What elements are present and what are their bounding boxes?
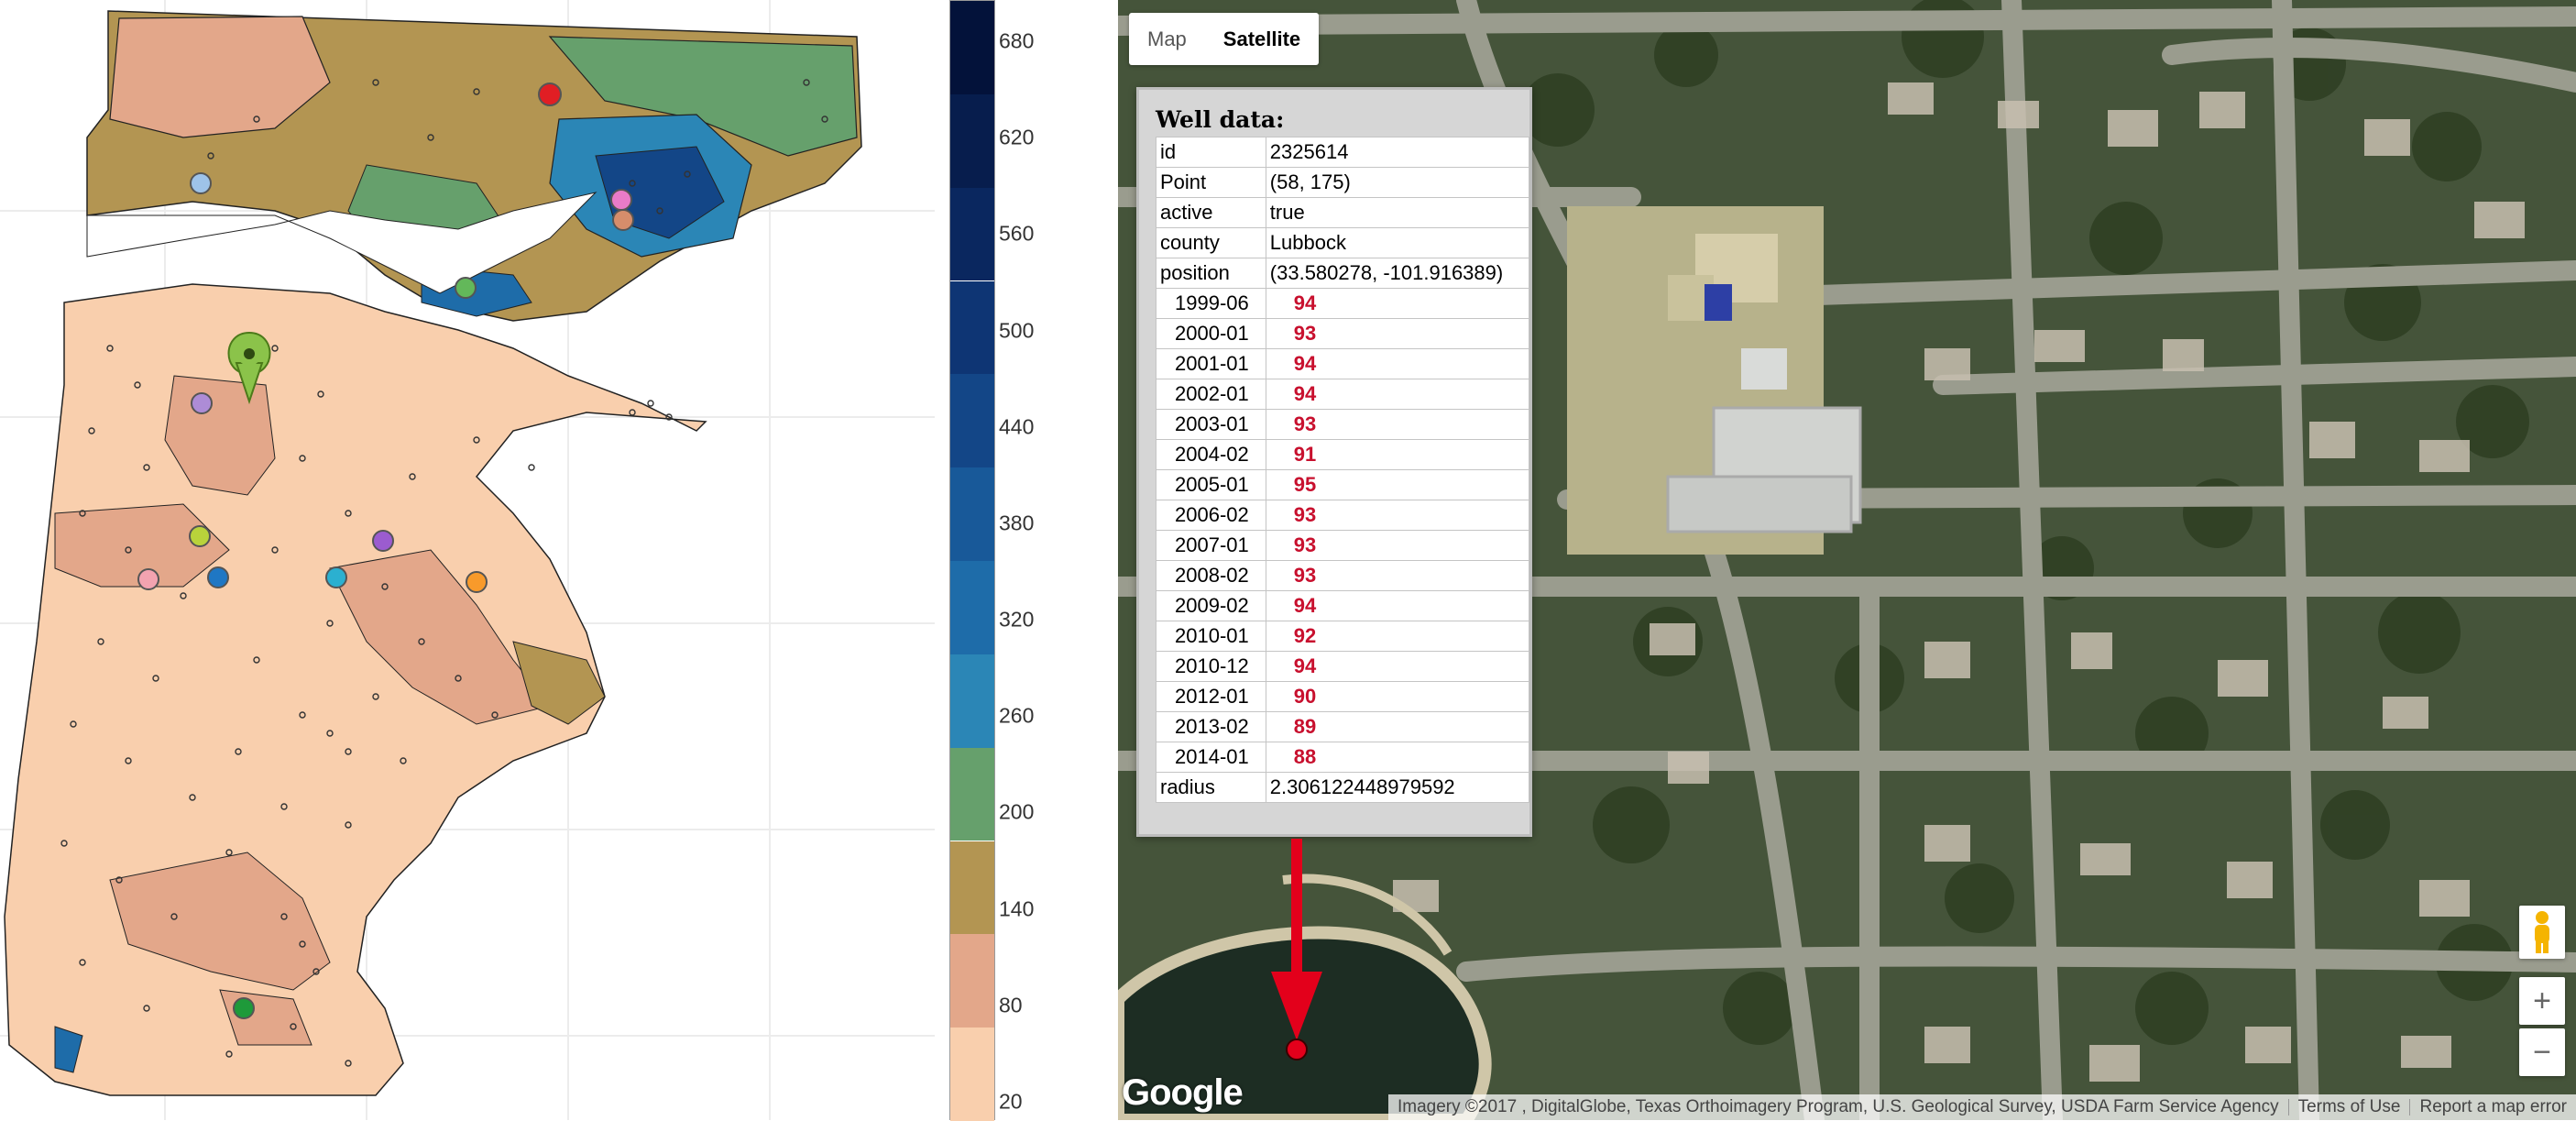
color-scale-band <box>950 374 994 468</box>
color-scale-tick-label: 140 <box>999 896 1035 921</box>
well-marker[interactable] <box>189 525 211 547</box>
well-marker[interactable] <box>191 392 213 414</box>
well-pointer-arrow <box>1271 839 1322 1061</box>
color-scale-tick-label: 500 <box>999 318 1035 343</box>
color-scale-band <box>950 93 994 188</box>
satellite-map[interactable]: Map Satellite Well data: id 2325614 Point(… <box>1118 0 2576 1120</box>
color-scale-tick-label: 680 <box>999 28 1035 53</box>
color-scale-tick-label: 200 <box>999 799 1035 824</box>
well-marker[interactable] <box>207 566 229 588</box>
terms-of-use-link[interactable]: Terms of Use <box>2289 1097 2410 1117</box>
color-scale-tick-label: 380 <box>999 511 1035 535</box>
well-marker[interactable] <box>190 172 212 194</box>
color-scale-band <box>950 1 994 94</box>
well-marker[interactable] <box>372 530 394 552</box>
color-scale-tick-label: 620 <box>999 125 1035 149</box>
google-logo: Google <box>1122 1072 1244 1113</box>
well-marker[interactable] <box>466 571 488 593</box>
street-view-pegman-icon[interactable] <box>2519 906 2565 959</box>
color-scale-band <box>950 561 994 654</box>
zoom-out-button[interactable]: − <box>2519 1028 2565 1076</box>
well-marker[interactable] <box>233 997 255 1019</box>
color-scale-bar <box>949 0 995 1121</box>
color-scale-tick-label: 560 <box>999 221 1035 246</box>
color-scale-tick-label: 80 <box>999 993 1023 1017</box>
well-marker[interactable] <box>455 277 477 299</box>
zoom-in-button[interactable]: + <box>2519 977 2565 1025</box>
color-scale-tick-label: 320 <box>999 607 1035 632</box>
color-scale-band <box>950 841 994 935</box>
color-scale-band <box>950 654 994 748</box>
color-scale-tick-label: 440 <box>999 414 1035 439</box>
imagery-credit: Imagery ©2017 , DigitalGlobe, Texas Orth… <box>1397 1097 2279 1116</box>
well-marker[interactable] <box>538 82 562 106</box>
color-scale-band <box>950 1028 994 1121</box>
contour-map-panel[interactable] <box>0 0 935 1120</box>
color-scale-band <box>950 187 994 281</box>
report-map-error-link[interactable]: Report a map error <box>2410 1097 2576 1117</box>
well-marker[interactable] <box>610 189 632 211</box>
color-scale-tick-label: 260 <box>999 703 1035 728</box>
contour-map[interactable] <box>0 0 935 1120</box>
color-scale-band <box>950 280 994 375</box>
well-marker[interactable] <box>137 568 159 590</box>
color-scale-tick-label: 20 <box>999 1089 1023 1114</box>
color-scale-band <box>950 747 994 841</box>
color-scale-band <box>950 934 994 1028</box>
well-location-marker <box>1286 1039 1308 1061</box>
well-marker[interactable] <box>612 209 634 231</box>
map-attribution: Imagery ©2017 , DigitalGlobe, Texas Orth… <box>1387 1094 2576 1120</box>
color-scale-band <box>950 467 994 561</box>
well-marker[interactable] <box>325 566 347 588</box>
